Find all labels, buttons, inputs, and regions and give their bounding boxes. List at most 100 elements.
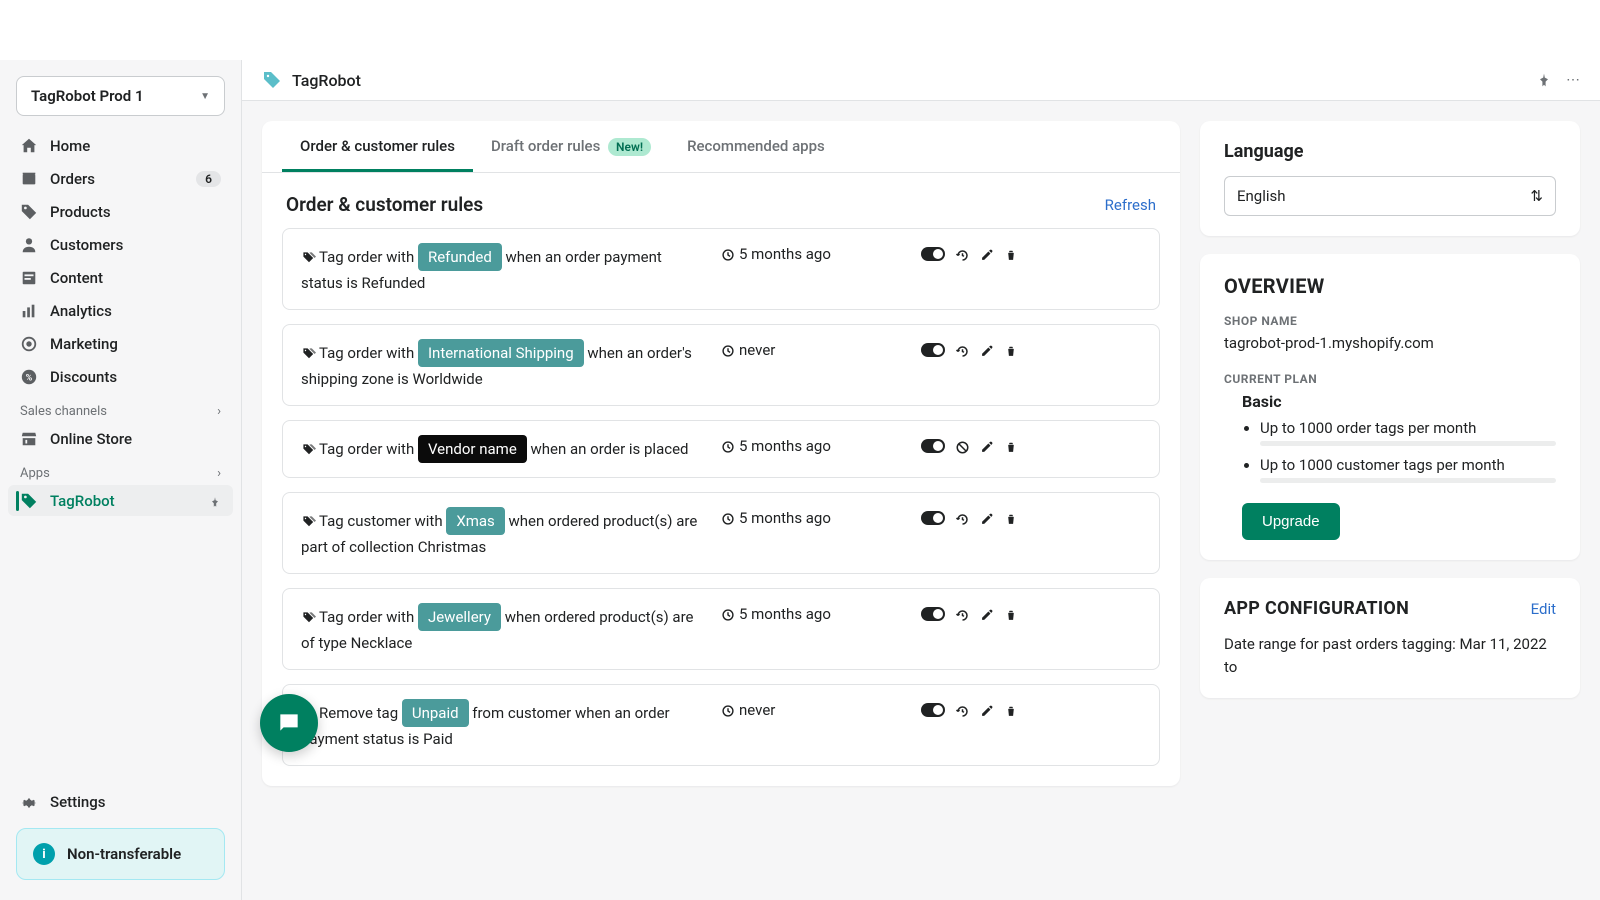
nav-label: Marketing (50, 335, 118, 353)
time-text: 5 months ago (739, 245, 831, 263)
delete-icon[interactable] (1004, 509, 1018, 527)
history-icon[interactable] (955, 245, 970, 263)
section-sales-channels[interactable]: Sales channels › (8, 394, 233, 423)
delete-icon[interactable] (1004, 605, 1018, 623)
rule-description: Tag customer with Xmas when ordered prod… (301, 507, 701, 559)
toggle-switch[interactable] (921, 439, 945, 453)
nav-online-store[interactable]: Online Store (8, 423, 233, 454)
nav-discounts[interactable]: % Discounts (8, 361, 233, 392)
nav-label: Orders (50, 170, 95, 188)
nav-marketing[interactable]: Marketing (8, 328, 233, 359)
nav-orders[interactable]: Orders 6 (8, 163, 233, 194)
clock-icon (721, 245, 735, 263)
content-icon (20, 268, 38, 287)
rule-row[interactable]: Tag order with Refunded when an order pa… (282, 228, 1160, 310)
select-caret-icon: ⇅ (1530, 187, 1543, 205)
nav-label: Customers (50, 236, 123, 254)
delete-icon[interactable] (1004, 245, 1018, 263)
tag-pill: Unpaid (402, 699, 469, 727)
time-text: 5 months ago (739, 437, 831, 455)
tags-icon (301, 248, 317, 266)
chevron-right-icon: › (217, 404, 221, 419)
rule-row[interactable]: Remove tag Unpaid from customer when an … (282, 684, 1160, 766)
history-icon[interactable] (955, 509, 970, 527)
info-icon: i (33, 843, 55, 865)
store-icon (20, 429, 38, 448)
nav-analytics[interactable]: Analytics (8, 295, 233, 326)
refresh-link[interactable]: Refresh (1105, 196, 1156, 214)
app-config-heading: APP CONFIGURATION (1224, 598, 1409, 619)
svg-text:%: % (26, 374, 33, 384)
delete-icon[interactable] (1004, 341, 1018, 359)
nav-content[interactable]: Content (8, 262, 233, 293)
nav-tagrobot[interactable]: TagRobot (8, 485, 233, 516)
topbar-actions: ⋯ (1536, 72, 1580, 88)
language-select[interactable]: English ⇅ (1224, 176, 1556, 216)
toggle-switch[interactable] (921, 703, 945, 717)
rule-row[interactable]: Tag order with Vendor name when an order… (282, 420, 1160, 478)
edit-icon[interactable] (980, 605, 994, 623)
rules-card: Order & customer rules Draft order rules… (262, 121, 1180, 786)
store-selector[interactable]: TagRobot Prod 1 ▼ (16, 76, 225, 116)
rule-text: Tag customer with (319, 512, 446, 530)
pin-icon[interactable] (209, 494, 221, 508)
upgrade-button[interactable]: Upgrade (1242, 503, 1340, 540)
edit-icon[interactable] (980, 437, 994, 455)
chat-fab[interactable] (260, 694, 318, 752)
rule-description: Remove tag Unpaid from customer when an … (301, 699, 701, 751)
gear-icon (20, 793, 38, 812)
tag-pill: Refunded (418, 243, 502, 271)
toggle-switch[interactable] (921, 511, 945, 525)
history-icon[interactable] (955, 701, 970, 719)
edit-icon[interactable] (980, 701, 994, 719)
nav-label: Settings (50, 793, 106, 811)
nav-label: Home (50, 137, 90, 155)
sidebar: TagRobot Prod 1 ▼ Home Orders 6 Products (0, 60, 242, 900)
nav-products[interactable]: Products (8, 196, 233, 227)
disable-icon[interactable] (955, 437, 970, 455)
tags-icon (301, 344, 317, 362)
delete-icon[interactable] (1004, 701, 1018, 719)
edit-icon[interactable] (980, 509, 994, 527)
tags-icon (301, 608, 317, 626)
history-icon[interactable] (955, 605, 970, 623)
rule-actions (921, 603, 1018, 623)
banner-text: Non-transferable (67, 845, 181, 863)
chevron-right-icon: › (217, 466, 221, 481)
rule-row[interactable]: Tag order with International Shipping wh… (282, 324, 1160, 406)
plan-limit-text: Up to 1000 order tags per month (1260, 419, 1476, 437)
edit-icon[interactable] (980, 341, 994, 359)
nav-settings[interactable]: Settings (8, 787, 233, 818)
tab-order-customer-rules[interactable]: Order & customer rules (282, 121, 473, 172)
tab-draft-order-rules[interactable]: Draft order rules New! (473, 121, 669, 172)
history-icon[interactable] (955, 341, 970, 359)
pin-icon[interactable] (1536, 72, 1552, 88)
rule-timestamp: 5 months ago (721, 603, 901, 623)
app-icon (262, 70, 282, 90)
rule-row[interactable]: Tag order with Jewellery when ordered pr… (282, 588, 1160, 670)
delete-icon[interactable] (1004, 437, 1018, 455)
toggle-switch[interactable] (921, 343, 945, 357)
rule-text: Tag order with (319, 248, 418, 266)
tag-pill: Vendor name (418, 435, 527, 463)
more-icon[interactable]: ⋯ (1566, 72, 1580, 88)
nav-label: TagRobot (50, 492, 115, 510)
caret-down-icon: ▼ (200, 91, 210, 102)
tag-icon (20, 202, 38, 221)
nav-customers[interactable]: Customers (8, 229, 233, 260)
rule-timestamp: 5 months ago (721, 243, 901, 263)
nav-label: Products (50, 203, 111, 221)
section-apps[interactable]: Apps › (8, 456, 233, 485)
tab-recommended-apps[interactable]: Recommended apps (669, 121, 843, 172)
analytics-icon (20, 301, 38, 320)
edit-link[interactable]: Edit (1531, 600, 1556, 618)
rule-row[interactable]: Tag customer with Xmas when ordered prod… (282, 492, 1160, 574)
toggle-switch[interactable] (921, 607, 945, 621)
edit-icon[interactable] (980, 245, 994, 263)
toggle-switch[interactable] (921, 247, 945, 261)
clock-icon (721, 509, 735, 527)
tabs: Order & customer rules Draft order rules… (262, 121, 1180, 173)
tag-pill: Xmas (446, 507, 504, 535)
nav-home[interactable]: Home (8, 130, 233, 161)
clock-icon (721, 605, 735, 623)
